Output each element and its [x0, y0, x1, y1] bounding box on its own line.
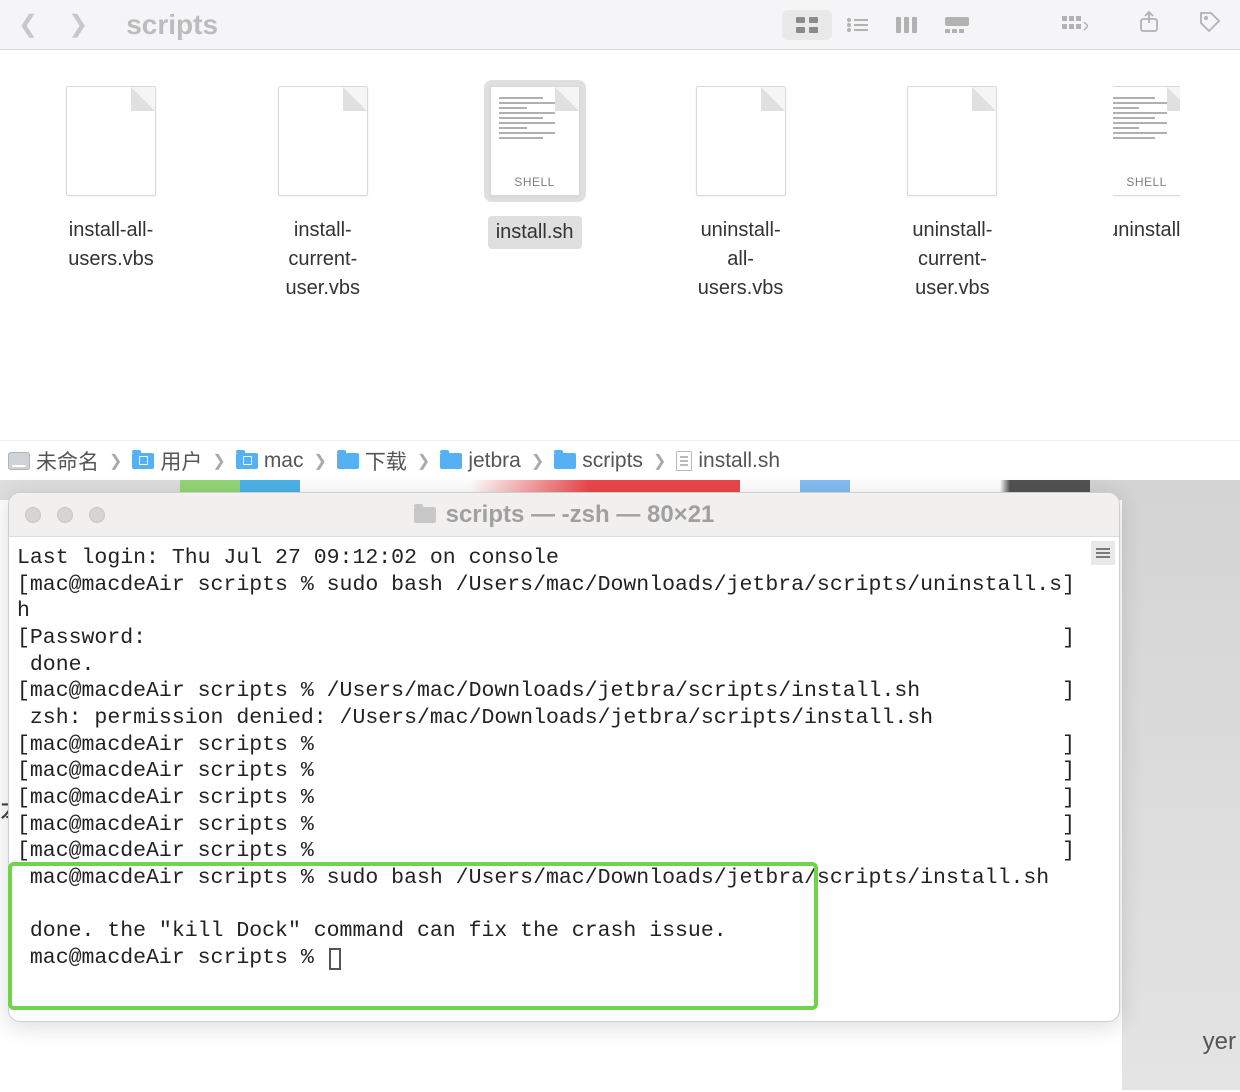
back-button[interactable]: ❮ — [18, 10, 38, 39]
terminal-line: [mac@macdeAir scripts % ] — [17, 733, 1075, 757]
finder-title: scripts — [126, 9, 218, 41]
shell-file-icon: SHELL — [490, 86, 580, 196]
folder-icon — [337, 453, 359, 469]
close-window-icon[interactable] — [25, 507, 41, 523]
path-segment[interactable]: 用户 — [132, 446, 202, 476]
file-icon — [66, 86, 156, 196]
terminal-cursor — [329, 948, 341, 970]
terminal-line: done. — [17, 653, 94, 677]
chevron-right-icon: ❯ — [314, 451, 327, 471]
forward-button[interactable]: ❯ — [68, 10, 88, 39]
terminal-scroll-icon[interactable] — [1091, 541, 1115, 565]
file-name: install.sh — [488, 216, 582, 249]
terminal-title: scripts — -zsh — 80×21 — [9, 501, 1119, 529]
file-grid: install-all-users.vbs install-current-us… — [0, 50, 1240, 440]
path-segment[interactable]: mac — [236, 449, 304, 473]
terminal-line: mac@macdeAir scripts % — [17, 946, 327, 970]
file-name: uninstall. — [1113, 216, 1180, 245]
terminal-line: Last login: Thu Jul 27 09:12:02 on conso… — [17, 546, 559, 570]
view-mode-group — [782, 10, 982, 40]
chevron-right-icon: ❯ — [417, 451, 430, 471]
file-name: uninstall-all-users.vbs — [690, 216, 792, 303]
file-item[interactable]: uninstall-current-user.vbs — [896, 80, 1010, 303]
terminal-window: scripts — -zsh — 80×21 Last login: Thu J… — [8, 492, 1120, 1022]
tag-button[interactable] — [1198, 10, 1222, 39]
file-icon — [278, 86, 368, 196]
view-list-button[interactable] — [832, 10, 882, 40]
path-segment[interactable]: scripts — [554, 449, 643, 473]
terminal-line: [mac@macdeAir scripts % ] — [17, 813, 1075, 837]
file-item[interactable]: install-current-user.vbs — [266, 80, 380, 303]
terminal-line: mac@macdeAir scripts % sudo bash /Users/… — [17, 866, 1049, 890]
folder-icon — [132, 453, 154, 469]
minimize-window-icon[interactable] — [57, 507, 73, 523]
file-name: uninstall-current-user.vbs — [896, 216, 1010, 303]
terminal-line: [mac@macdeAir scripts % ] — [17, 786, 1075, 810]
file-name: install-all-users.vbs — [60, 216, 162, 274]
file-icon — [696, 86, 786, 196]
chevron-right-icon: ❯ — [109, 451, 122, 471]
file-item[interactable]: uninstall-all-users.vbs — [690, 80, 792, 303]
file-name: install-current-user.vbs — [266, 216, 380, 303]
terminal-line: [mac@macdeAir scripts % /Users/mac/Downl… — [17, 679, 1075, 703]
document-icon — [676, 451, 692, 471]
terminal-line: [Password: ] — [17, 626, 1075, 650]
folder-icon — [440, 453, 462, 469]
file-icon — [907, 86, 997, 196]
disk-icon — [8, 452, 30, 470]
terminal-line: h — [17, 599, 30, 623]
path-segment[interactable]: 未命名 — [8, 446, 99, 476]
path-segment[interactable]: install.sh — [676, 449, 780, 473]
zoom-window-icon[interactable] — [89, 507, 105, 523]
view-gallery-button[interactable] — [932, 10, 982, 40]
chevron-right-icon: ❯ — [212, 451, 225, 471]
chevron-right-icon: ❯ — [653, 451, 666, 471]
file-item[interactable]: install-all-users.vbs — [60, 80, 162, 274]
terminal-titlebar[interactable]: scripts — -zsh — 80×21 — [9, 493, 1119, 537]
folder-icon — [414, 507, 436, 523]
group-by-button[interactable] — [1050, 10, 1100, 40]
terminal-line: done. the "kill Dock" command can fix th… — [17, 919, 727, 943]
background-text: yer — [1203, 1028, 1236, 1056]
folder-icon — [554, 453, 576, 469]
chevron-right-icon: ❯ — [531, 451, 544, 471]
path-segment[interactable]: jetbra — [440, 449, 521, 473]
finder-toolbar: ❮ ❯ scripts — [0, 0, 1240, 50]
file-item[interactable]: SHELL uninstall. — [1113, 80, 1180, 245]
background-panel — [1122, 480, 1240, 1090]
view-icon-button[interactable] — [782, 10, 832, 40]
view-column-button[interactable] — [882, 10, 932, 40]
path-segment[interactable]: 下载 — [337, 446, 407, 476]
shell-file-icon: SHELL — [1113, 86, 1180, 196]
path-bar: 未命名 ❯ 用户 ❯ mac ❯ 下载 ❯ jetbra ❯ scripts ❯… — [0, 440, 1240, 480]
terminal-line: [mac@macdeAir scripts % sudo bash /Users… — [17, 573, 1075, 597]
terminal-body[interactable]: Last login: Thu Jul 27 09:12:02 on conso… — [9, 537, 1119, 1021]
terminal-line: [mac@macdeAir scripts % ] — [17, 759, 1075, 783]
terminal-line: [mac@macdeAir scripts % ] — [17, 839, 1075, 863]
share-button[interactable] — [1138, 11, 1160, 38]
folder-icon — [236, 453, 258, 469]
terminal-line: zsh: permission denied: /Users/mac/Downl… — [17, 706, 933, 730]
file-item-selected[interactable]: SHELL install.sh — [484, 80, 586, 249]
